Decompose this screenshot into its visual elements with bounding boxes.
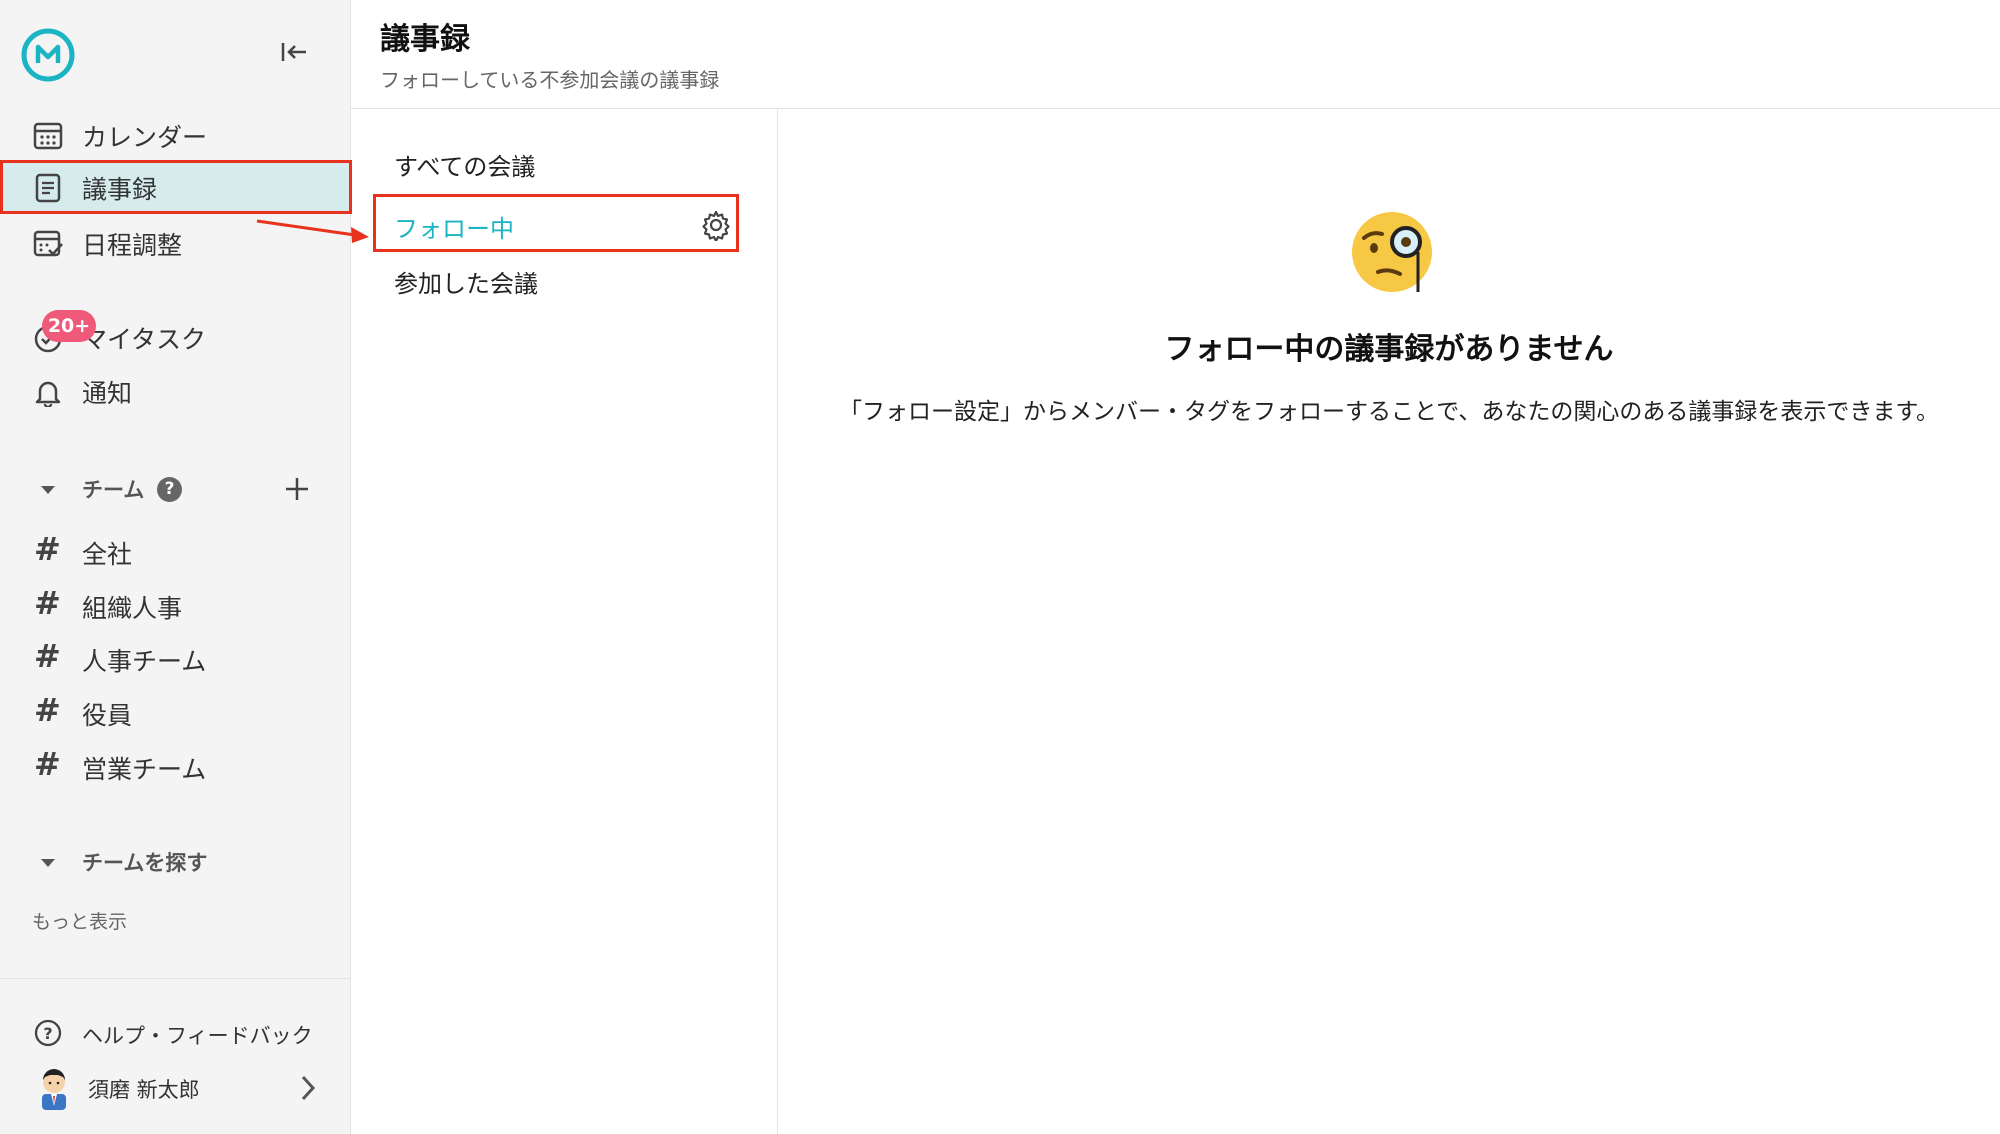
bell-icon xyxy=(35,381,61,407)
team-item[interactable]: # 人事チーム xyxy=(0,637,350,681)
sidebar-divider xyxy=(0,978,350,979)
app-logo-icon[interactable] xyxy=(20,27,76,83)
hash-icon: # xyxy=(34,584,61,622)
hash-icon: # xyxy=(34,745,61,783)
team-label: 人事チーム xyxy=(82,647,207,676)
find-teams-header[interactable]: チームを探す xyxy=(82,847,207,877)
hash-icon: # xyxy=(34,691,61,729)
team-item[interactable]: # 組織人事 xyxy=(0,584,350,628)
sidebar-item-calendar[interactable]: カレンダー xyxy=(0,108,352,162)
sidebar-item-label: カレンダー xyxy=(82,123,208,152)
team-label: 組織人事 xyxy=(82,594,183,623)
sidebar-item-minutes[interactable]: 議事録 xyxy=(0,160,352,214)
gear-icon[interactable] xyxy=(700,209,732,241)
hash-icon: # xyxy=(34,530,61,568)
page-title: 議事録 xyxy=(380,22,470,57)
sidebar-item-notifications[interactable]: 通知 xyxy=(0,364,352,418)
team-item[interactable]: # 役員 xyxy=(0,691,350,735)
teams-toggle-icon[interactable] xyxy=(40,481,55,494)
sidebar-item-label: マイタスク xyxy=(82,325,207,354)
filter-panel xyxy=(351,109,778,1134)
question-icon: ? xyxy=(34,1019,62,1047)
hash-icon: # xyxy=(34,637,61,675)
filter-all-meetings[interactable]: すべての会議 xyxy=(394,147,535,182)
add-team-icon[interactable] xyxy=(284,476,310,502)
help-circle-icon[interactable]: ? xyxy=(157,477,182,502)
collapse-left-icon[interactable] xyxy=(278,38,310,66)
document-icon xyxy=(35,173,61,203)
team-item[interactable]: # 営業チーム xyxy=(0,745,350,789)
schedule-check-icon xyxy=(33,230,63,257)
team-label: 役員 xyxy=(82,701,133,730)
monocle-face-icon xyxy=(1352,212,1432,292)
sidebar-item-label: 通知 xyxy=(82,379,133,408)
help-feedback-item[interactable]: ? ヘルプ・フィードバック xyxy=(0,1010,350,1054)
sidebar-item-label: 日程調整 xyxy=(82,231,183,260)
sidebar-item-label: 議事録 xyxy=(82,175,158,204)
team-label: 全社 xyxy=(82,540,133,569)
user-name: 須磨 新太郎 xyxy=(88,1078,200,1102)
svg-text:?: ? xyxy=(43,1024,52,1043)
empty-state-title: フォロー中の議事録がありません xyxy=(1164,332,1614,367)
avatar xyxy=(42,1069,66,1110)
team-item[interactable]: # 全社 xyxy=(0,530,350,574)
chevron-right-icon xyxy=(301,1075,316,1101)
filter-joined-meetings[interactable]: 参加した会議 xyxy=(394,264,538,299)
teams-header[interactable]: チーム xyxy=(82,474,144,504)
task-count-badge: 20+ xyxy=(42,310,96,342)
calendar-icon xyxy=(33,122,63,150)
empty-state-description: 「フォロー設定」からメンバー・タグをフォローすることで、あなたの関心のある議事録… xyxy=(838,399,1940,425)
filter-following-label: フォロー中 xyxy=(394,215,514,243)
find-teams-toggle-icon[interactable] xyxy=(40,854,55,867)
help-label: ヘルプ・フィードバック xyxy=(82,1024,313,1048)
show-more-link[interactable]: もっと表示 xyxy=(32,907,127,934)
page-subtitle: フォローしている不参加会議の議事録 xyxy=(380,68,720,92)
team-label: 営業チーム xyxy=(82,755,207,784)
user-profile[interactable]: 須磨 新太郎 xyxy=(0,1062,350,1118)
filter-following[interactable]: フォロー中 xyxy=(373,194,739,252)
